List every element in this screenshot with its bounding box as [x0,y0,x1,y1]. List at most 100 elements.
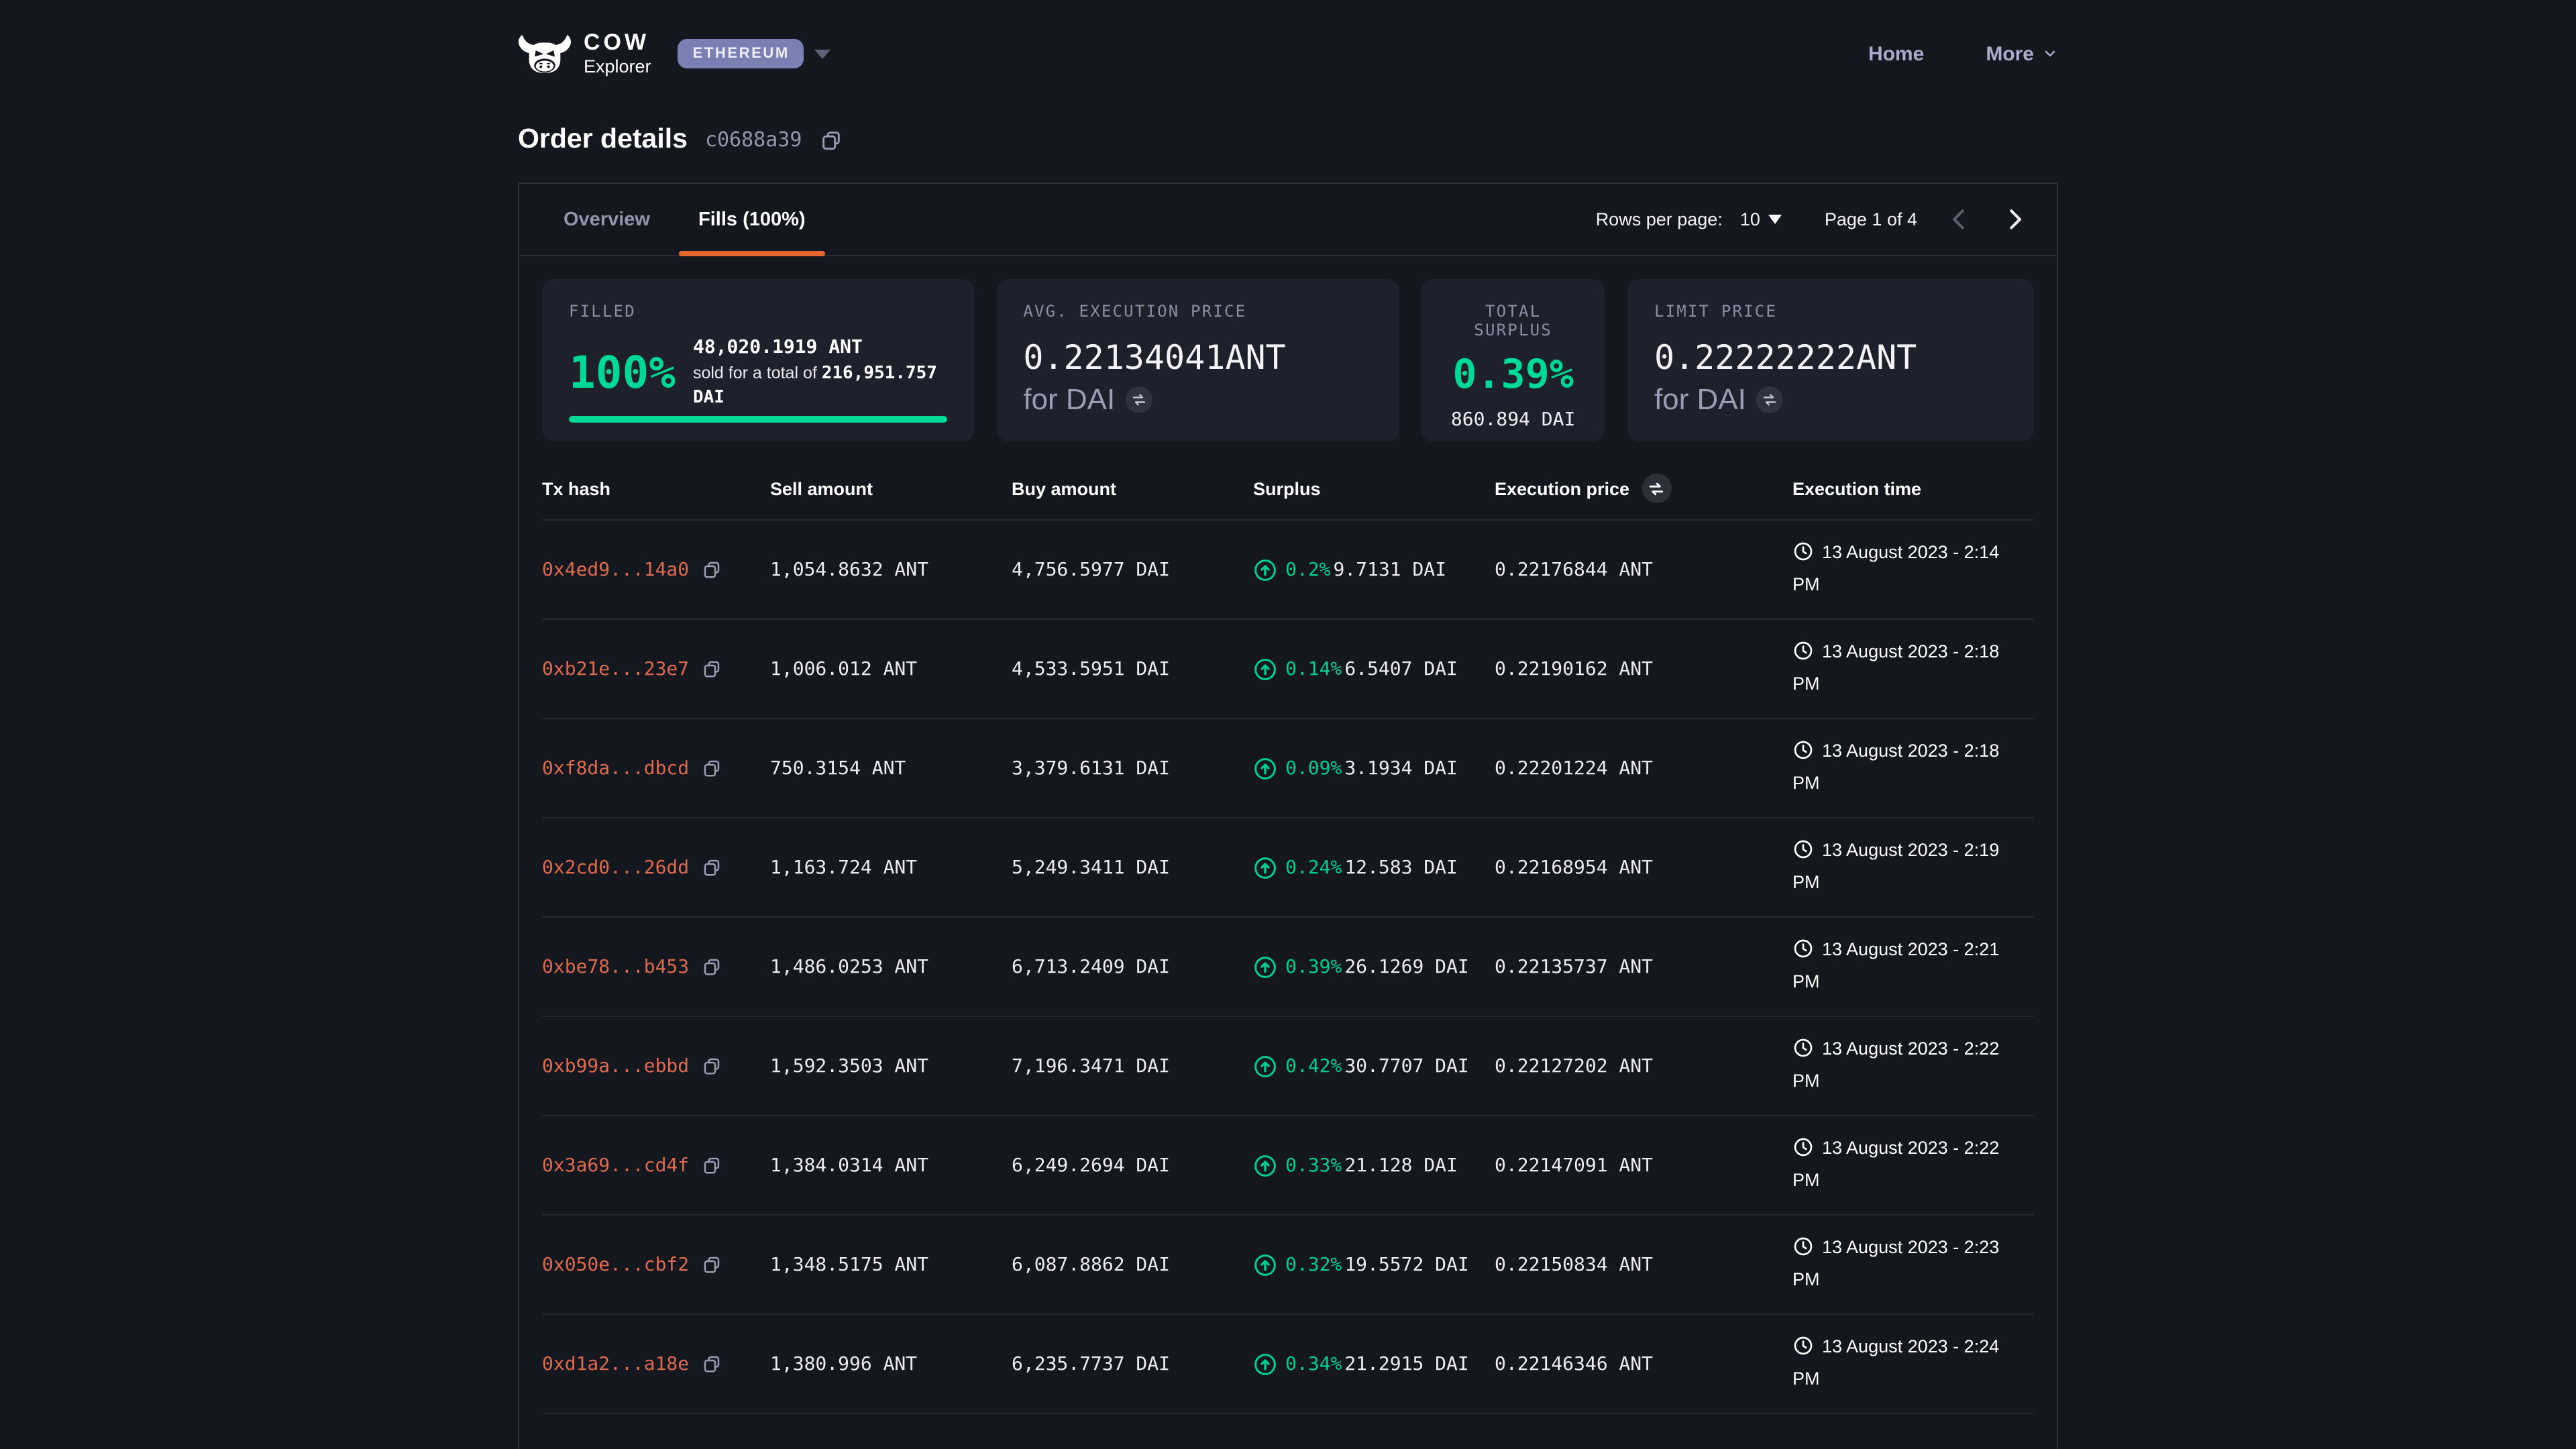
total-surplus-amount: 860.894 DAI [1448,409,1578,431]
avg-price-unit: for DAI [1023,382,1115,417]
copy-tx-hash-icon[interactable] [701,659,721,679]
surplus-up-arrow-icon [1253,855,1277,879]
surplus-cell: 0.39% 26.1269 DAI [1253,955,1495,979]
previous-page-button[interactable] [1941,201,1978,237]
execution-time-cell: 13 August 2023 - 2:14 PM [1792,539,2031,600]
sell-amount-cell: 1,006.012 ANT [770,658,1012,680]
fill-row: 0x2cd0...26dd 1,163.724 ANT 5,249.3411 D… [542,818,2034,918]
fill-row: 0xb21e...23e7 1,006.012 ANT 4,533.5951 D… [542,620,2034,719]
rows-per-page-label: Rows per page: [1596,209,1723,229]
tx-hash-cell: 0x3a69...cd4f [542,1155,770,1176]
filled-sold-prefix: sold for a total of [693,363,822,382]
order-id: c0688a39 [705,127,802,152]
tx-hash-link[interactable]: 0xbe78...b453 [542,956,689,977]
swap-currency-icon[interactable] [1757,386,1784,413]
app-header: COW Explorer ETHEREUM Home More [518,0,2058,97]
copy-tx-hash-icon[interactable] [701,758,721,778]
tx-hash-link[interactable]: 0xd1a2...a18e [542,1353,689,1375]
surplus-amount: 21.2915 DAI [1344,1353,1468,1375]
tx-hash-cell: 0x050e...cbf2 [542,1254,770,1275]
execution-price-cell: 0.22150834 ANT [1495,1254,1792,1275]
filled-detail: 48,020.1919 ANT sold for a total of 216,… [693,335,947,411]
buy-amount-cell: 6,235.7737 DAI [1012,1353,1253,1375]
surplus-percent: 0.34% [1285,1353,1342,1375]
network-badge[interactable]: ETHEREUM [678,39,804,68]
tx-hash-cell: 0x2cd0...26dd [542,857,770,878]
sell-amount-cell: 1,380.996 ANT [770,1353,1012,1375]
copy-order-id-icon[interactable] [819,128,842,151]
surplus-percent: 0.09% [1285,757,1342,779]
clock-icon [1792,739,1814,770]
logo-title: COW [584,31,651,54]
buy-amount-cell: 6,087.8862 DAI [1012,1254,1253,1275]
limit-price-unit: for DAI [1654,382,1746,417]
execution-time-cell: 13 August 2023 - 2:18 PM [1792,639,2031,699]
clock-icon [1792,541,1814,572]
tx-hash-link[interactable]: 0xb99a...ebbd [542,1055,689,1077]
surplus-up-arrow-icon [1253,1352,1277,1376]
next-page-button[interactable] [1996,201,2033,237]
clock-icon [1792,1335,1814,1366]
nav-home[interactable]: Home [1868,42,1924,65]
total-surplus-label: TOTAL SURPLUS [1448,302,1578,339]
execution-time-text: 13 August 2023 - 2:18 PM [1792,641,1999,694]
execution-time-cell: 13 August 2023 - 2:18 PM [1792,738,2031,798]
tab-overview[interactable]: Overview [543,184,670,255]
brand-area: COW Explorer ETHEREUM [518,31,831,76]
sell-amount-cell: 1,486.0253 ANT [770,956,1012,977]
surplus-up-arrow-icon [1253,657,1277,681]
copy-tx-hash-icon[interactable] [701,1155,721,1175]
tx-hash-cell: 0xbe78...b453 [542,956,770,977]
fill-row: 0xf8da...dbcd 750.3154 ANT 3,379.6131 DA… [542,719,2034,818]
surplus-percent: 0.32% [1285,1254,1342,1275]
limit-price-label: LIMIT PRICE [1654,302,2007,321]
surplus-cell: 0.42% 30.7707 DAI [1253,1054,1495,1078]
execution-price-cell: 0.22190162 ANT [1495,658,1792,680]
swap-currency-icon[interactable] [1126,386,1152,413]
tab-fills[interactable]: Fills (100%) [678,184,826,255]
copy-tx-hash-icon[interactable] [701,957,721,977]
network-caret-icon [815,49,831,58]
tx-hash-cell: 0xb99a...ebbd [542,1055,770,1077]
surplus-percent: 0.14% [1285,658,1342,680]
clock-icon [1792,640,1814,671]
clock-icon [1792,938,1814,969]
cow-explorer-screen: COW Explorer ETHEREUM Home More [0,0,2576,1449]
copy-tx-hash-icon[interactable] [701,1254,721,1275]
copy-tx-hash-icon[interactable] [701,559,721,580]
tx-hash-link[interactable]: 0x050e...cbf2 [542,1254,689,1275]
invert-price-icon[interactable] [1642,474,1671,503]
fills-table-body: 0x4ed9...14a0 1,054.8632 ANT 4,756.5977 … [542,521,2034,1414]
surplus-percent: 0.39% [1285,956,1342,977]
buy-amount-cell: 6,713.2409 DAI [1012,956,1253,977]
execution-time-text: 13 August 2023 - 2:24 PM [1792,1336,1999,1389]
tx-hash-link[interactable]: 0x3a69...cd4f [542,1155,689,1176]
tx-hash-link[interactable]: 0xb21e...23e7 [542,658,689,680]
execution-time-text: 13 August 2023 - 2:22 PM [1792,1138,1999,1190]
column-execution-price: Execution price [1495,474,1792,503]
rows-per-page-select[interactable]: 10 [1740,209,1782,229]
column-sell-amount: Sell amount [770,478,1012,498]
tx-hash-link[interactable]: 0xf8da...dbcd [542,757,689,779]
copy-tx-hash-icon[interactable] [701,1354,721,1374]
logo[interactable]: COW Explorer [518,31,651,76]
network-selector[interactable]: ETHEREUM [678,39,831,68]
tx-hash-link[interactable]: 0x2cd0...26dd [542,857,689,878]
limit-price-value: 0.22222222ANT [1654,338,2007,378]
tx-hash-link[interactable]: 0x4ed9...14a0 [542,559,689,580]
surplus-cell: 0.24% 12.583 DAI [1253,855,1495,879]
buy-amount-cell: 3,379.6131 DAI [1012,757,1253,779]
sell-amount-cell: 1,348.5175 ANT [770,1254,1012,1275]
nav-more[interactable]: More [1986,42,2058,65]
tabs: Overview Fills (100%) [543,184,826,255]
copy-tx-hash-icon[interactable] [701,857,721,877]
surplus-percent: 0.2% [1285,559,1330,580]
tx-hash-cell: 0x4ed9...14a0 [542,559,770,580]
buy-amount-cell: 4,756.5977 DAI [1012,559,1253,580]
logo-subtitle: Explorer [584,56,651,76]
surplus-amount: 30.7707 DAI [1344,1055,1468,1077]
execution-time-cell: 13 August 2023 - 2:23 PM [1792,1234,2031,1295]
copy-tx-hash-icon[interactable] [701,1056,721,1076]
execution-time-text: 13 August 2023 - 2:14 PM [1792,542,1999,594]
fills-table: Tx hash Sell amount Buy amount Surplus E… [519,458,2057,1414]
